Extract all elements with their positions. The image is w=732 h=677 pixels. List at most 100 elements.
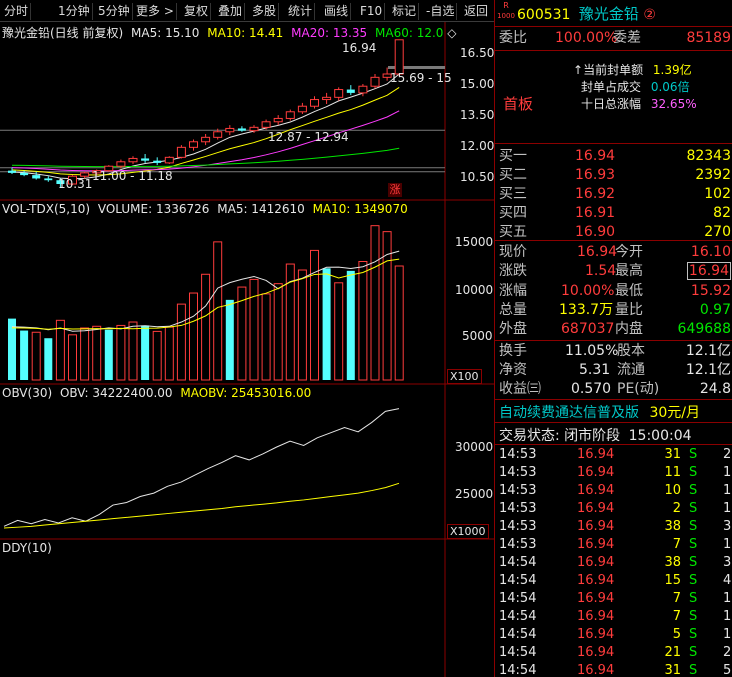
volume-bar	[80, 327, 90, 381]
open-value: 16.10	[690, 244, 731, 260]
promo-banner[interactable]: 自动续费通达信普及版 30元/月	[499, 402, 700, 422]
tick-row: 14:53 16.94 38 S 3	[495, 518, 732, 536]
bid-price: 16.94	[575, 148, 616, 164]
bid-label: 买一	[499, 148, 527, 164]
tick-time: 14:54	[499, 573, 537, 588]
candle-body	[20, 172, 29, 176]
tick-time: 14:54	[499, 609, 537, 624]
bid-row[interactable]: 买四 16.91 82	[495, 204, 732, 222]
tick-count: 3	[723, 555, 732, 570]
order-ratio-row: 委比 100.00% 委差 85189	[495, 29, 732, 47]
volume-bar	[104, 329, 113, 380]
volume-bar	[189, 292, 198, 381]
volume-ratio-label: 量比	[615, 302, 643, 318]
tick-time: 14:54	[499, 591, 537, 606]
tick-volume: 7	[672, 609, 681, 624]
range-top-annotation: 15.69 - 15	[390, 71, 452, 85]
tick-count: 1	[723, 465, 732, 480]
tick-row: 14:54 16.94 21 S 2	[495, 644, 732, 662]
kline-chart-canvas[interactable]	[0, 22, 494, 677]
toolbar-back[interactable]: 返回	[462, 3, 490, 20]
tick-row: 14:53 16.94 11 S 1	[495, 464, 732, 482]
toolbar-period-5min[interactable]: 5分钟	[96, 3, 133, 20]
tick-price: 16.94	[577, 573, 615, 588]
tick-side: S	[689, 447, 698, 462]
board-title: 首板	[503, 95, 534, 113]
seal-amount-value: 1.39亿	[652, 63, 692, 77]
promo-price[interactable]: 30元/月	[649, 405, 700, 421]
toolbar-overlay[interactable]: 叠加	[216, 3, 246, 20]
volume-ratio-value: 0.97	[699, 302, 731, 318]
bid-price: 16.90	[575, 224, 616, 240]
tick-count: 1	[723, 501, 732, 516]
bid-row[interactable]: 买二 16.93 2392	[495, 166, 732, 184]
obv-y-tick: 30000	[455, 440, 494, 454]
ten-day-row: 十日总涨幅 32.65%	[581, 95, 697, 112]
bid-price: 16.93	[575, 167, 616, 183]
candle-body	[141, 158, 150, 161]
volume-bar	[164, 326, 174, 381]
candle-body	[285, 111, 295, 119]
volume-chart-title: VOL-TDX(5,10)	[2, 202, 91, 216]
tick-price: 16.94	[577, 591, 615, 606]
range-mid-annotation: 12.87 - 12.94	[268, 130, 349, 144]
volume-value: VOLUME: 1336726	[97, 202, 210, 216]
candle-body	[346, 89, 355, 93]
equity-label: 股本	[617, 343, 645, 359]
seal-amount-row: ↑当前封单额 1.39亿	[573, 61, 692, 78]
quote-row-outer-inner: 外盘 687037 内盘 649688	[495, 320, 732, 338]
volume-bar	[346, 270, 355, 380]
high-label: 最高	[615, 263, 643, 279]
tick-side: S	[689, 483, 698, 498]
toolbar-period-timeshare[interactable]: 分时	[2, 3, 32, 20]
toolbar-multi-stock[interactable]: 多股	[250, 3, 280, 20]
volume-unit: X100	[447, 369, 482, 384]
nav-value: 5.31	[579, 362, 611, 378]
tick-side: S	[689, 555, 698, 570]
trade-status: 交易状态: 闭市阶段 15:00:04	[499, 425, 692, 445]
bid-row[interactable]: 买一 16.94 82343	[495, 147, 732, 165]
stock-code: 600531	[517, 7, 571, 23]
candle-body	[334, 89, 344, 98]
stock-name[interactable]: 豫光金铅	[579, 5, 639, 23]
toolbar-draw-line[interactable]: 画线	[322, 3, 352, 20]
toolbar-remove-watchlist[interactable]: -自选	[424, 3, 458, 20]
toolbar-adjust[interactable]: 复权	[182, 3, 212, 20]
tick-side: S	[689, 501, 698, 516]
chart-toolbar: 分时 1分钟 5分钟 更多 > 复权 叠加 多股 统计 画线 F10 标记 -自…	[0, 0, 494, 22]
outer-label: 外盘	[499, 321, 527, 337]
toolbar-period-1min[interactable]: 1分钟	[56, 3, 93, 20]
toolbar-mark[interactable]: 标记	[390, 3, 420, 20]
trade-status-time: 15:00:04	[628, 428, 692, 444]
volume-ma10: MA10: 1349070	[312, 202, 408, 216]
tick-time: 14:53	[499, 537, 537, 552]
tick-volume: 2	[672, 501, 681, 516]
volume-ma10-line	[11, 258, 400, 330]
stock-header: 600531 豫光金铅 ②	[517, 3, 656, 24]
ten-day-value: 32.65%	[650, 97, 697, 111]
promo-text[interactable]: 自动续费通达信普及版	[499, 405, 639, 421]
ma60-legend: MA60: 12.0	[375, 26, 444, 40]
toolbar-f10[interactable]: F10	[358, 3, 386, 20]
seal-amount-label: 当前封单额	[583, 63, 644, 77]
tick-row: 14:54 16.94 38 S 3	[495, 554, 732, 572]
volume-y-tick: 15000	[455, 235, 494, 249]
toolbar-more[interactable]: 更多 >	[134, 3, 177, 20]
market-badge-num: 1000	[497, 12, 515, 20]
market-badge-r: R	[503, 1, 509, 10]
volume-bar	[225, 299, 234, 380]
candle-body	[164, 156, 174, 164]
chart-area[interactable]: 豫光金铅(日线 前复权) MA5: 15.10 MA10: 14.41 MA20…	[0, 22, 494, 677]
obv-line	[3, 408, 400, 527]
bid-row[interactable]: 买三 16.92 102	[495, 185, 732, 203]
candle-body	[189, 141, 198, 148]
tick-row: 14:54 16.94 31 S 5	[495, 662, 732, 677]
low-label: 最低	[615, 283, 643, 299]
inner-value: 649688	[677, 321, 731, 337]
tick-time: 14:53	[499, 501, 537, 516]
bid-row[interactable]: 买五 16.90 270	[495, 223, 732, 241]
tick-side: S	[689, 645, 698, 660]
turnover-value: 11.05%	[565, 343, 619, 359]
volume-bar	[201, 273, 211, 381]
toolbar-statistics[interactable]: 统计	[286, 3, 316, 20]
